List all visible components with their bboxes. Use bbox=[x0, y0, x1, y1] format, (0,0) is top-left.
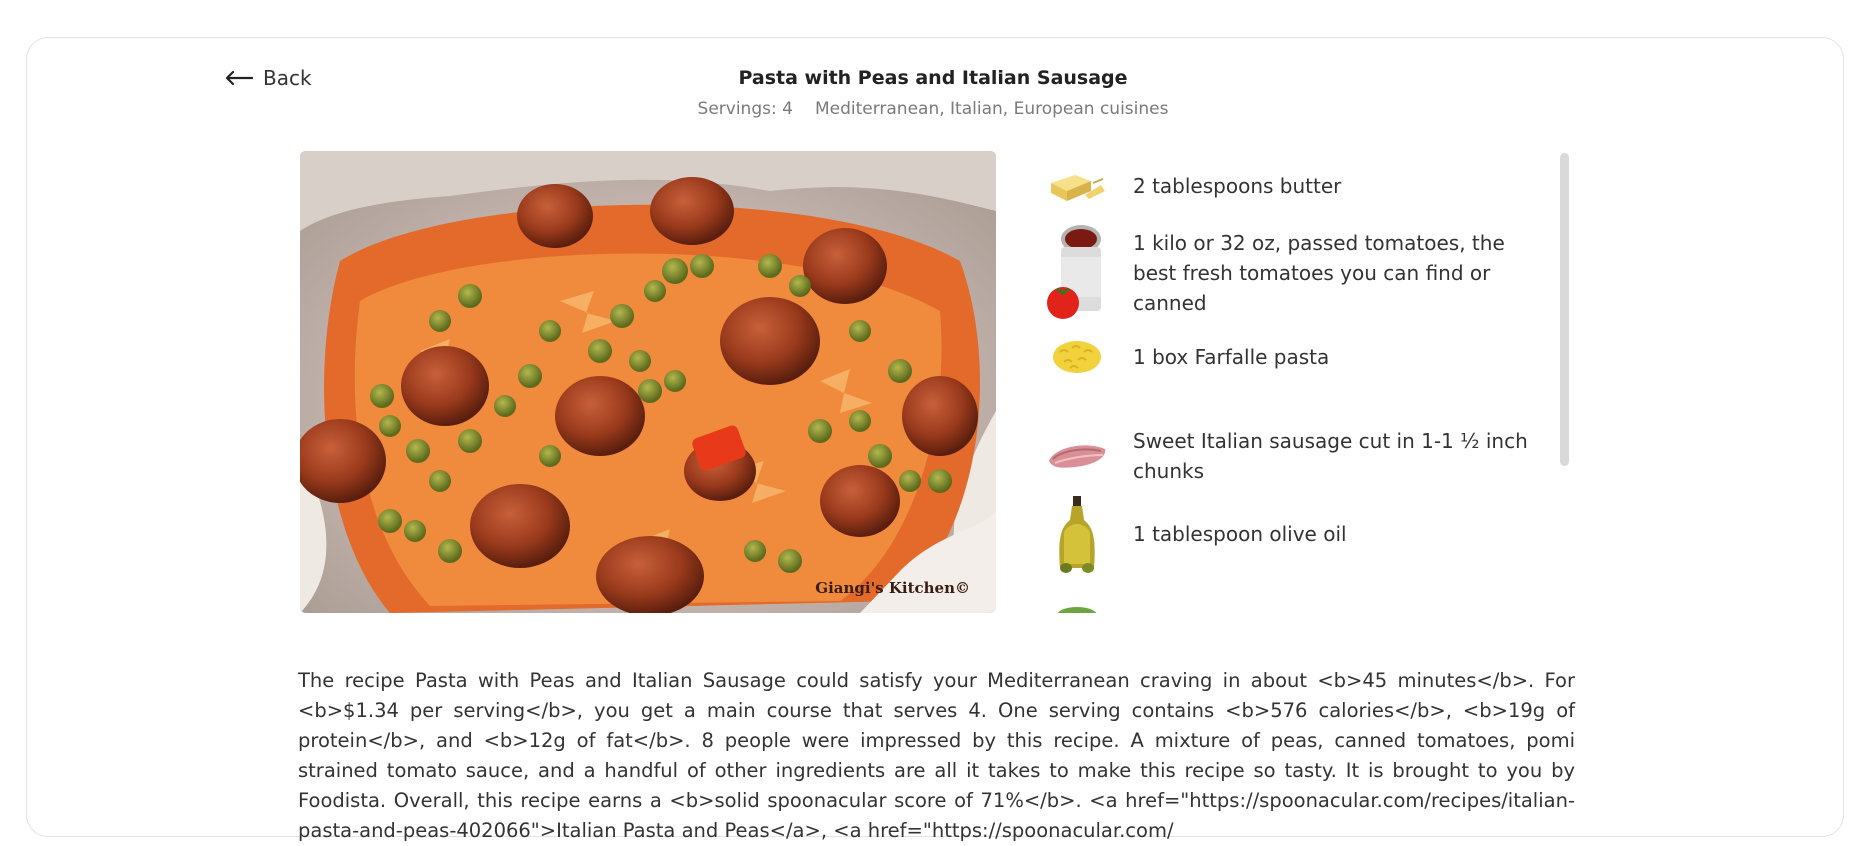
ingredient-item: 1 tablespoon olive oil bbox=[1044, 494, 1553, 574]
ingredient-item: 1 kilo or 32 oz, passed tomatoes, the be… bbox=[1044, 223, 1553, 323]
cuisines-text: Mediterranean, Italian, European cuisine… bbox=[814, 99, 1169, 119]
photo-watermark: Giangi's Kitchen© bbox=[815, 579, 970, 597]
ingredient-label: 1 tablespoon olive oil bbox=[1133, 522, 1347, 546]
servings-text: Servings: 4 bbox=[697, 99, 793, 119]
sausage-icon bbox=[1044, 439, 1110, 473]
ingredient-item: 2 tablespoons butter bbox=[1044, 169, 1553, 203]
pasta-icon bbox=[1044, 338, 1110, 376]
olive-oil-icon bbox=[1044, 494, 1110, 574]
ingredient-label: 1 box Farfalle pasta bbox=[1133, 345, 1330, 369]
ingredient-label: 1 kilo or 32 oz, passed tomatoes, the be… bbox=[1133, 231, 1505, 315]
ingredient-label: 2 tablespoons butter bbox=[1133, 174, 1342, 198]
ingredient-label: Sweet Italian sausage cut in 1-1 ½ inch … bbox=[1133, 429, 1528, 483]
tomato-can-icon bbox=[1044, 223, 1110, 323]
ingredient-item: 1 box Farfalle pasta bbox=[1044, 338, 1553, 376]
ingredient-item: Sweet Italian sausage cut in 1-1 ½ inch … bbox=[1044, 426, 1553, 486]
recipe-meta: Servings: 4 Mediterranean, Italian, Europ… bbox=[0, 99, 1866, 119]
butter-icon bbox=[1044, 169, 1110, 203]
recipe-title: Pasta with Peas and Italian Sausage bbox=[738, 67, 1128, 89]
ingredient-item-partial bbox=[1044, 601, 1110, 613]
recipe-photo: Giangi's Kitchen© bbox=[300, 151, 996, 613]
ingredients-scrollbar-thumb[interactable] bbox=[1560, 153, 1569, 466]
recipe-description: The recipe Pasta with Peas and Italian S… bbox=[298, 669, 1575, 842]
ingredients-list[interactable]: 2 tablespoons butter 1 kilo or 32 oz, pa… bbox=[1044, 151, 1570, 613]
herb-icon bbox=[1044, 601, 1110, 613]
